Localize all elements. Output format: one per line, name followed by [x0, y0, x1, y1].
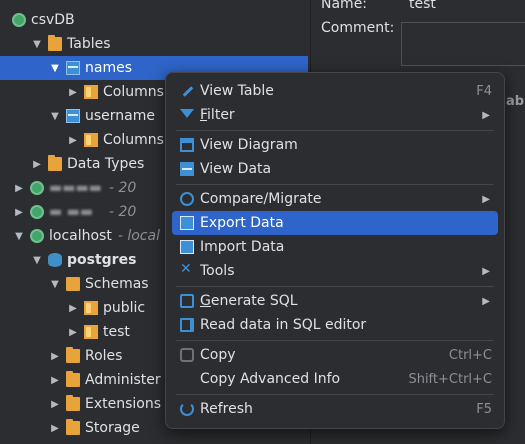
tree-item-label: csvDB: [31, 12, 75, 28]
tree-item-label: postgres: [67, 252, 137, 268]
export-icon: [180, 216, 194, 230]
submenu-arrow-icon: ▶: [482, 193, 490, 205]
menu-item-import-data[interactable]: Import Data: [172, 235, 498, 259]
chevron-right-icon[interactable]: ▶: [48, 399, 62, 410]
schemas-icon: [66, 277, 80, 291]
columns-icon: [84, 85, 98, 99]
diagram-icon: [180, 138, 194, 152]
chevron-right-icon[interactable]: ▶: [48, 423, 62, 434]
chevron-down-icon[interactable]: ▼: [48, 63, 62, 74]
connection-icon: [30, 181, 44, 195]
chevron-right-icon[interactable]: ▶: [12, 183, 26, 194]
comment-field[interactable]: [401, 22, 525, 66]
tree-item-label: localhost: [49, 228, 112, 244]
edit-icon: [180, 84, 194, 98]
menu-item-copy-advanced[interactable]: Copy Advanced Info Shift+Ctrl+C: [172, 367, 498, 391]
menu-item-view-table[interactable]: View Table F4: [172, 79, 498, 103]
chevron-down-icon[interactable]: ▼: [48, 111, 62, 122]
name-label: Name:: [321, 0, 368, 12]
submenu-arrow-icon: ▶: [482, 109, 490, 121]
tree-item-hint: - 20: [109, 180, 137, 196]
menu-separator: [176, 286, 494, 287]
menu-separator: [176, 130, 494, 131]
copy-icon: [180, 348, 194, 362]
table-icon: [66, 109, 80, 123]
tree-item-label: Administer: [85, 372, 161, 388]
menu-item-filter[interactable]: Filter ▶: [172, 103, 498, 127]
menu-separator: [176, 340, 494, 341]
chevron-right-icon[interactable]: ▶: [66, 135, 80, 146]
menu-item-generate-sql[interactable]: Generate SQL ▶: [172, 289, 498, 313]
tree-item-label: Columns: [103, 132, 164, 148]
chevron-right-icon[interactable]: ▶: [48, 351, 62, 362]
database-icon: [48, 253, 62, 267]
import-icon: [180, 240, 194, 254]
menu-item-copy[interactable]: Copy Ctrl+C: [172, 343, 498, 367]
administer-icon: [66, 371, 80, 387]
menu-item-refresh[interactable]: Refresh F5: [172, 397, 498, 421]
folder-icon: [48, 155, 62, 171]
tree-item-label: Columns: [103, 84, 164, 100]
tools-icon: [180, 261, 194, 278]
chevron-down-icon[interactable]: ▼: [30, 255, 44, 266]
tree-item-tables[interactable]: ▼ Tables: [0, 32, 308, 56]
tree-item-label: Extensions: [85, 396, 162, 412]
menu-item-view-data[interactable]: View Data: [172, 157, 498, 181]
refresh-icon: [180, 402, 194, 416]
tree-item-label: Tables: [67, 36, 111, 52]
menu-item-compare-migrate[interactable]: Compare/Migrate ▶: [172, 187, 498, 211]
submenu-arrow-icon: ▶: [482, 265, 490, 277]
name-value[interactable]: test: [409, 0, 436, 12]
tree-item-label: Data Types: [67, 156, 145, 172]
chevron-right-icon[interactable]: ▶: [66, 327, 80, 338]
submenu-arrow-icon: ▶: [482, 295, 490, 307]
tree-item-label: test: [103, 324, 130, 340]
chevron-right-icon[interactable]: ▶: [30, 159, 44, 170]
schema-icon: [84, 301, 98, 315]
storage-icon: [66, 419, 80, 435]
data-grid-icon: [180, 162, 194, 176]
tree-item-hint: - local: [117, 228, 160, 244]
menu-separator: [176, 184, 494, 185]
connection-icon: [12, 13, 26, 27]
folder-icon: [48, 35, 62, 51]
chevron-right-icon[interactable]: ▶: [66, 87, 80, 98]
chevron-right-icon[interactable]: ▶: [66, 303, 80, 314]
tree-item-label: Storage: [85, 420, 140, 436]
chevron-down-icon[interactable]: ▼: [48, 279, 62, 290]
menu-item-export-data[interactable]: Export Data: [172, 211, 498, 235]
menu-item-tools[interactable]: Tools ▶: [172, 259, 498, 283]
chevron-down-icon[interactable]: ▼: [12, 231, 26, 242]
context-menu: View Table F4 Filter ▶ View Diagram View…: [165, 72, 505, 429]
connection-icon: [30, 205, 44, 219]
menu-separator: [176, 394, 494, 395]
tree-item-label: username: [85, 108, 155, 124]
roles-icon: [66, 347, 80, 363]
schema-icon: [84, 325, 98, 339]
tree-item-label: names: [85, 60, 132, 76]
redacted-text: ▬▬▬▬: [49, 180, 102, 196]
tree-item-label: public: [103, 300, 146, 316]
menu-item-view-diagram[interactable]: View Diagram: [172, 133, 498, 157]
tree-item-label: Roles: [85, 348, 123, 364]
tree-item-csvdb[interactable]: csvDB: [0, 8, 308, 32]
columns-icon: [84, 133, 98, 147]
table-icon: [66, 61, 80, 75]
extensions-icon: [66, 395, 80, 411]
tree-item-hint: - 20: [109, 204, 137, 220]
tree-item-label: Schemas: [85, 276, 149, 292]
chevron-right-icon[interactable]: ▶: [48, 375, 62, 386]
compare-icon: [180, 192, 194, 206]
menu-item-read-sql-editor[interactable]: Read data in SQL editor: [172, 313, 498, 337]
chevron-right-icon[interactable]: ▶: [12, 207, 26, 218]
sql-icon: [180, 294, 194, 308]
sql-editor-icon: [180, 318, 194, 332]
comment-label: Comment:: [321, 20, 395, 36]
redacted-text: ▬ ▬▬: [49, 204, 94, 220]
faded-text: able: [506, 94, 525, 109]
chevron-down-icon[interactable]: ▼: [30, 39, 44, 50]
filter-icon: [180, 108, 194, 122]
connection-icon: [30, 229, 44, 243]
